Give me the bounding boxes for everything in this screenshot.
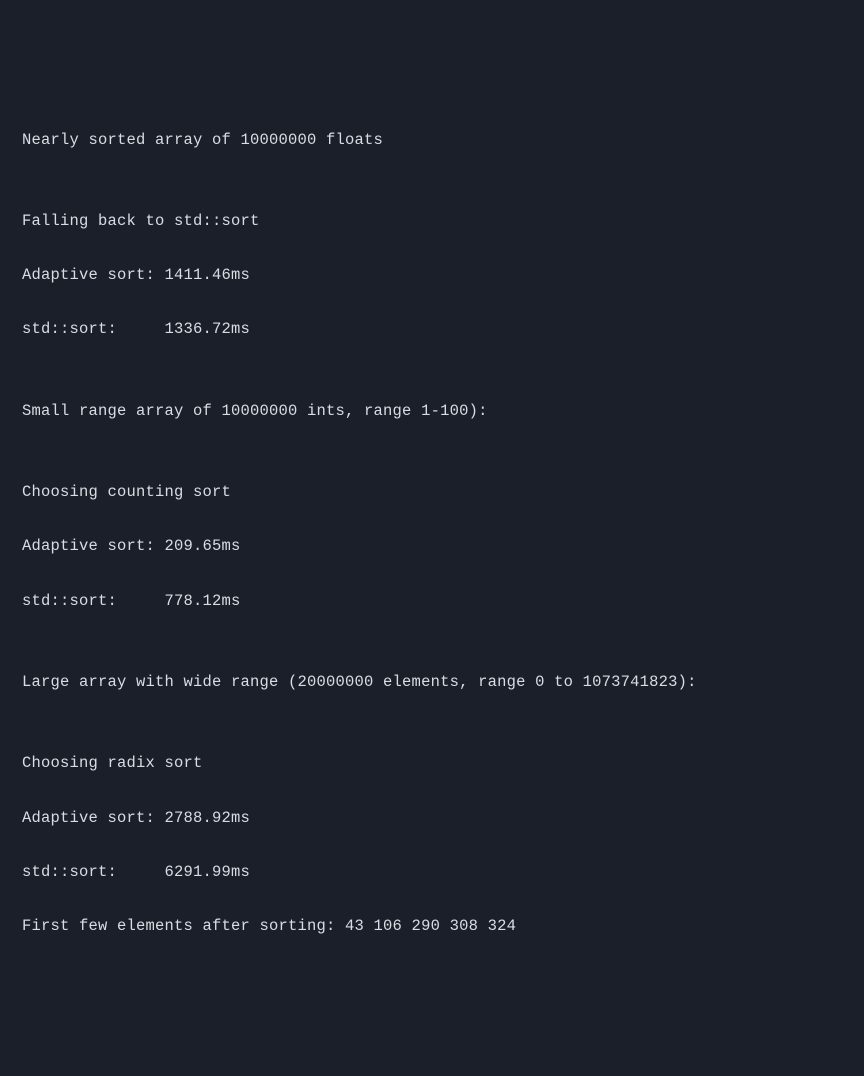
terminal-line-first-elements: First few elements after sorting: 43 106… xyxy=(22,913,842,940)
terminal-line-header-small-range: Small range array of 10000000 ints, rang… xyxy=(22,398,842,425)
terminal-line-choosing-radix: Choosing radix sort xyxy=(22,750,842,777)
terminal-line-header-large-array: Large array with wide range (20000000 el… xyxy=(22,669,842,696)
terminal-line-stdsort-timing: std::sort: 6291.99ms xyxy=(22,859,842,886)
terminal-line-adaptive-timing: Adaptive sort: 2788.92ms xyxy=(22,805,842,832)
terminal-line-stdsort-timing: std::sort: 1336.72ms xyxy=(22,316,842,343)
terminal-line-header-nearly-sorted: Nearly sorted array of 10000000 floats xyxy=(22,127,842,154)
terminal-line-fallback-stdsort: Falling back to std::sort xyxy=(22,208,842,235)
terminal-line-adaptive-timing: Adaptive sort: 209.65ms xyxy=(22,533,842,560)
terminal-line-stdsort-timing: std::sort: 778.12ms xyxy=(22,588,842,615)
terminal-line-adaptive-timing: Adaptive sort: 1411.46ms xyxy=(22,262,842,289)
terminal-line-choosing-counting: Choosing counting sort xyxy=(22,479,842,506)
